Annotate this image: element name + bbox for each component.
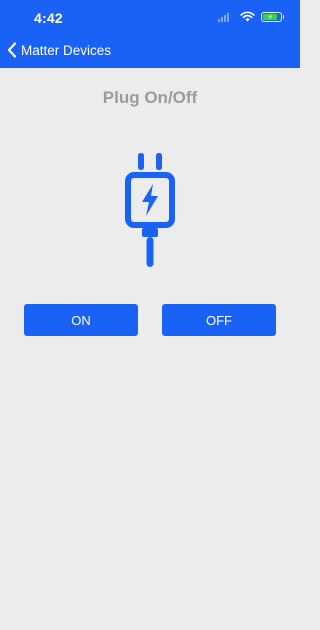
- navigation-header: 4:42 ⚡ Matter Devices: [0, 0, 300, 68]
- cellular-signal-icon: [218, 12, 234, 22]
- on-button[interactable]: ON: [24, 304, 138, 336]
- off-button[interactable]: OFF: [162, 304, 276, 336]
- back-button[interactable]: Matter Devices: [7, 42, 111, 58]
- wifi-icon: [240, 11, 255, 22]
- page-title: Plug On/Off: [102, 88, 198, 107]
- charging-bolt-icon: ⚡: [267, 11, 274, 22]
- status-icons: ⚡: [218, 11, 284, 22]
- battery-charging-icon: ⚡: [261, 11, 284, 22]
- back-button-label: Matter Devices: [21, 42, 112, 58]
- chevron-left-icon: [7, 42, 17, 58]
- status-time: 4:42: [34, 10, 63, 26]
- plug-icon: [125, 153, 175, 267]
